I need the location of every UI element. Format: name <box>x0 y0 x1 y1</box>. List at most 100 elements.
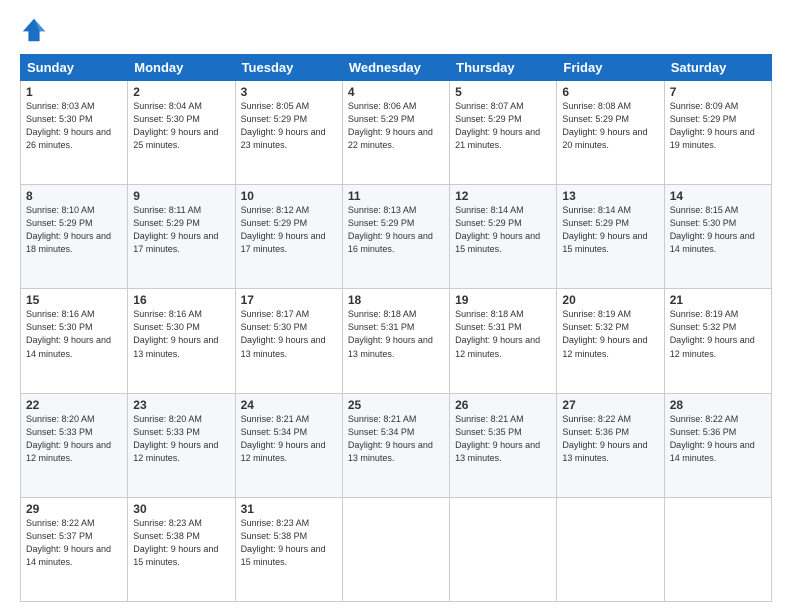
day-info: Sunrise: 8:17 AM Sunset: 5:30 PM Dayligh… <box>241 308 337 360</box>
day-info: Sunrise: 8:22 AM Sunset: 5:37 PM Dayligh… <box>26 517 122 569</box>
calendar-cell: 22 Sunrise: 8:20 AM Sunset: 5:33 PM Dayl… <box>21 393 128 497</box>
day-number: 2 <box>133 85 229 99</box>
calendar-week-row: 15 Sunrise: 8:16 AM Sunset: 5:30 PM Dayl… <box>21 289 772 393</box>
day-info: Sunrise: 8:18 AM Sunset: 5:31 PM Dayligh… <box>348 308 444 360</box>
day-info: Sunrise: 8:16 AM Sunset: 5:30 PM Dayligh… <box>26 308 122 360</box>
day-number: 28 <box>670 398 766 412</box>
day-info: Sunrise: 8:05 AM Sunset: 5:29 PM Dayligh… <box>241 100 337 152</box>
day-number: 14 <box>670 189 766 203</box>
day-number: 29 <box>26 502 122 516</box>
calendar-cell: 28 Sunrise: 8:22 AM Sunset: 5:36 PM Dayl… <box>664 393 771 497</box>
calendar-cell: 19 Sunrise: 8:18 AM Sunset: 5:31 PM Dayl… <box>450 289 557 393</box>
day-number: 3 <box>241 85 337 99</box>
calendar-day-header: Monday <box>128 55 235 81</box>
day-info: Sunrise: 8:23 AM Sunset: 5:38 PM Dayligh… <box>133 517 229 569</box>
day-info: Sunrise: 8:21 AM Sunset: 5:34 PM Dayligh… <box>348 413 444 465</box>
day-number: 9 <box>133 189 229 203</box>
page: SundayMondayTuesdayWednesdayThursdayFrid… <box>0 0 792 612</box>
day-number: 23 <box>133 398 229 412</box>
calendar-week-row: 1 Sunrise: 8:03 AM Sunset: 5:30 PM Dayli… <box>21 81 772 185</box>
calendar-cell: 23 Sunrise: 8:20 AM Sunset: 5:33 PM Dayl… <box>128 393 235 497</box>
calendar-day-header: Thursday <box>450 55 557 81</box>
day-info: Sunrise: 8:03 AM Sunset: 5:30 PM Dayligh… <box>26 100 122 152</box>
day-number: 13 <box>562 189 658 203</box>
day-info: Sunrise: 8:09 AM Sunset: 5:29 PM Dayligh… <box>670 100 766 152</box>
calendar-cell: 30 Sunrise: 8:23 AM Sunset: 5:38 PM Dayl… <box>128 497 235 601</box>
day-info: Sunrise: 8:22 AM Sunset: 5:36 PM Dayligh… <box>670 413 766 465</box>
day-info: Sunrise: 8:21 AM Sunset: 5:35 PM Dayligh… <box>455 413 551 465</box>
day-info: Sunrise: 8:14 AM Sunset: 5:29 PM Dayligh… <box>455 204 551 256</box>
day-number: 20 <box>562 293 658 307</box>
calendar-cell: 20 Sunrise: 8:19 AM Sunset: 5:32 PM Dayl… <box>557 289 664 393</box>
day-number: 21 <box>670 293 766 307</box>
day-info: Sunrise: 8:18 AM Sunset: 5:31 PM Dayligh… <box>455 308 551 360</box>
calendar-week-row: 29 Sunrise: 8:22 AM Sunset: 5:37 PM Dayl… <box>21 497 772 601</box>
calendar-cell: 9 Sunrise: 8:11 AM Sunset: 5:29 PM Dayli… <box>128 185 235 289</box>
day-info: Sunrise: 8:14 AM Sunset: 5:29 PM Dayligh… <box>562 204 658 256</box>
day-info: Sunrise: 8:06 AM Sunset: 5:29 PM Dayligh… <box>348 100 444 152</box>
calendar-cell: 24 Sunrise: 8:21 AM Sunset: 5:34 PM Dayl… <box>235 393 342 497</box>
calendar-cell: 4 Sunrise: 8:06 AM Sunset: 5:29 PM Dayli… <box>342 81 449 185</box>
day-info: Sunrise: 8:12 AM Sunset: 5:29 PM Dayligh… <box>241 204 337 256</box>
day-number: 24 <box>241 398 337 412</box>
day-number: 6 <box>562 85 658 99</box>
calendar-cell: 6 Sunrise: 8:08 AM Sunset: 5:29 PM Dayli… <box>557 81 664 185</box>
day-info: Sunrise: 8:08 AM Sunset: 5:29 PM Dayligh… <box>562 100 658 152</box>
day-number: 5 <box>455 85 551 99</box>
day-number: 4 <box>348 85 444 99</box>
day-number: 17 <box>241 293 337 307</box>
calendar-cell: 26 Sunrise: 8:21 AM Sunset: 5:35 PM Dayl… <box>450 393 557 497</box>
day-info: Sunrise: 8:11 AM Sunset: 5:29 PM Dayligh… <box>133 204 229 256</box>
day-info: Sunrise: 8:20 AM Sunset: 5:33 PM Dayligh… <box>26 413 122 465</box>
day-number: 10 <box>241 189 337 203</box>
calendar-cell <box>342 497 449 601</box>
day-info: Sunrise: 8:19 AM Sunset: 5:32 PM Dayligh… <box>670 308 766 360</box>
calendar-cell: 14 Sunrise: 8:15 AM Sunset: 5:30 PM Dayl… <box>664 185 771 289</box>
calendar-cell: 2 Sunrise: 8:04 AM Sunset: 5:30 PM Dayli… <box>128 81 235 185</box>
day-number: 1 <box>26 85 122 99</box>
calendar-day-header: Sunday <box>21 55 128 81</box>
day-number: 11 <box>348 189 444 203</box>
day-number: 26 <box>455 398 551 412</box>
day-info: Sunrise: 8:15 AM Sunset: 5:30 PM Dayligh… <box>670 204 766 256</box>
calendar-cell: 13 Sunrise: 8:14 AM Sunset: 5:29 PM Dayl… <box>557 185 664 289</box>
calendar-cell: 21 Sunrise: 8:19 AM Sunset: 5:32 PM Dayl… <box>664 289 771 393</box>
day-info: Sunrise: 8:21 AM Sunset: 5:34 PM Dayligh… <box>241 413 337 465</box>
calendar-cell: 3 Sunrise: 8:05 AM Sunset: 5:29 PM Dayli… <box>235 81 342 185</box>
day-number: 8 <box>26 189 122 203</box>
day-number: 15 <box>26 293 122 307</box>
day-info: Sunrise: 8:22 AM Sunset: 5:36 PM Dayligh… <box>562 413 658 465</box>
calendar-cell: 1 Sunrise: 8:03 AM Sunset: 5:30 PM Dayli… <box>21 81 128 185</box>
calendar-cell: 10 Sunrise: 8:12 AM Sunset: 5:29 PM Dayl… <box>235 185 342 289</box>
day-number: 30 <box>133 502 229 516</box>
calendar-cell: 25 Sunrise: 8:21 AM Sunset: 5:34 PM Dayl… <box>342 393 449 497</box>
calendar-cell: 11 Sunrise: 8:13 AM Sunset: 5:29 PM Dayl… <box>342 185 449 289</box>
header <box>20 16 772 44</box>
calendar-cell: 7 Sunrise: 8:09 AM Sunset: 5:29 PM Dayli… <box>664 81 771 185</box>
day-number: 25 <box>348 398 444 412</box>
day-number: 22 <box>26 398 122 412</box>
day-number: 18 <box>348 293 444 307</box>
calendar-cell: 16 Sunrise: 8:16 AM Sunset: 5:30 PM Dayl… <box>128 289 235 393</box>
calendar-cell: 15 Sunrise: 8:16 AM Sunset: 5:30 PM Dayl… <box>21 289 128 393</box>
calendar-cell: 27 Sunrise: 8:22 AM Sunset: 5:36 PM Dayl… <box>557 393 664 497</box>
calendar-week-row: 22 Sunrise: 8:20 AM Sunset: 5:33 PM Dayl… <box>21 393 772 497</box>
day-info: Sunrise: 8:10 AM Sunset: 5:29 PM Dayligh… <box>26 204 122 256</box>
calendar-cell: 8 Sunrise: 8:10 AM Sunset: 5:29 PM Dayli… <box>21 185 128 289</box>
calendar-cell: 12 Sunrise: 8:14 AM Sunset: 5:29 PM Dayl… <box>450 185 557 289</box>
logo-icon <box>20 16 48 44</box>
day-info: Sunrise: 8:16 AM Sunset: 5:30 PM Dayligh… <box>133 308 229 360</box>
calendar-cell <box>557 497 664 601</box>
calendar-day-header: Saturday <box>664 55 771 81</box>
calendar-week-row: 8 Sunrise: 8:10 AM Sunset: 5:29 PM Dayli… <box>21 185 772 289</box>
calendar-cell: 31 Sunrise: 8:23 AM Sunset: 5:38 PM Dayl… <box>235 497 342 601</box>
calendar-cell <box>664 497 771 601</box>
day-info: Sunrise: 8:23 AM Sunset: 5:38 PM Dayligh… <box>241 517 337 569</box>
day-number: 12 <box>455 189 551 203</box>
calendar-day-header: Tuesday <box>235 55 342 81</box>
day-info: Sunrise: 8:20 AM Sunset: 5:33 PM Dayligh… <box>133 413 229 465</box>
day-info: Sunrise: 8:19 AM Sunset: 5:32 PM Dayligh… <box>562 308 658 360</box>
day-info: Sunrise: 8:04 AM Sunset: 5:30 PM Dayligh… <box>133 100 229 152</box>
calendar-cell: 17 Sunrise: 8:17 AM Sunset: 5:30 PM Dayl… <box>235 289 342 393</box>
day-info: Sunrise: 8:13 AM Sunset: 5:29 PM Dayligh… <box>348 204 444 256</box>
